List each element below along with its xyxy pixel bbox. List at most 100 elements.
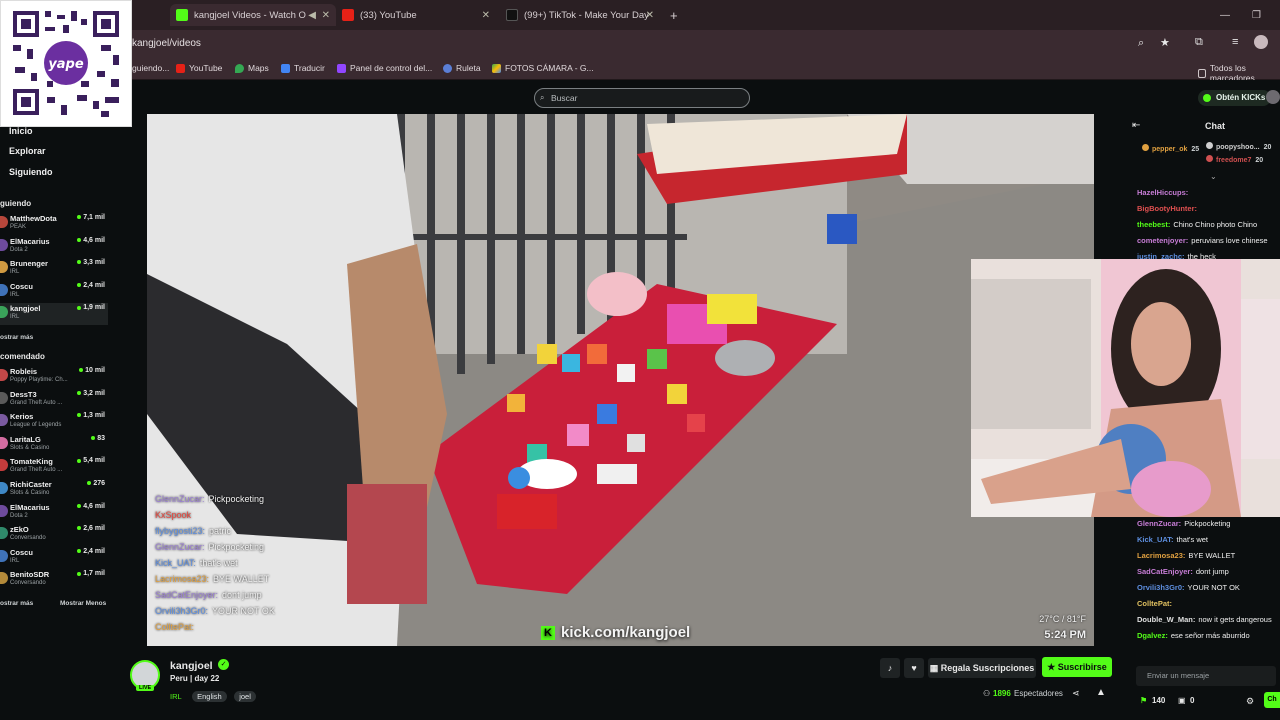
chat-username[interactable]: Double_W_Man:: [1137, 615, 1195, 624]
collapse-chat-icon[interactable]: ⇤: [1132, 120, 1140, 131]
address-bar: kangjoel/videos ⌕ ★ ⧉ ≡: [0, 30, 1280, 58]
new-tab-button[interactable]: +: [664, 4, 684, 26]
sidebar-channel[interactable]: Kerios League of Legends 1,3 mil: [0, 411, 108, 433]
minimize-icon[interactable]: —: [1214, 4, 1236, 26]
channel-viewers: 2,4 mil: [77, 548, 105, 555]
nav-explorar[interactable]: Explorar: [9, 146, 46, 156]
chat-username[interactable]: Lacrimosa23:: [1137, 551, 1185, 560]
sidebar-channel[interactable]: ElMacarius Dota 2 4,6 mil: [0, 502, 108, 524]
report-warning-icon[interactable]: ▲: [1096, 687, 1106, 698]
gifter-badge-icon: [1206, 155, 1213, 162]
show-less-button[interactable]: Mostrar Menos: [60, 600, 106, 607]
sidebar-channel[interactable]: Coscu IRL 2,4 mil: [0, 281, 108, 303]
overlay-chat-message: Orvili3h3Gr0: YOUR NOT OK: [155, 606, 355, 622]
channel-name: ElMacarius: [10, 502, 50, 512]
sidebar-channel[interactable]: TomateKing Grand Theft Auto ... 5,4 mil: [0, 456, 108, 478]
bookmark-star-icon[interactable]: ★: [1160, 36, 1170, 49]
sidebar-channel[interactable]: Robleis Poppy Playtime: Ch... 10 mil: [0, 366, 108, 388]
overlay-chat-text: BYE WALLET: [213, 574, 270, 584]
chat-username[interactable]: SadCatEnjoyer:: [1137, 567, 1193, 576]
gifter-badge-icon: [1206, 142, 1213, 149]
extensions-icon[interactable]: ⧉: [1195, 36, 1203, 49]
sidebar-channel[interactable]: LaritaLG Slots & Casino 83: [0, 434, 108, 456]
sidebar-channel[interactable]: ElMacarius Dota 2 4,6 mil: [0, 236, 108, 258]
chat-username[interactable]: ColltePat:: [1137, 599, 1172, 608]
overlay-chat-user: KxSpook: [155, 510, 192, 520]
menu-list-icon[interactable]: ≡: [1232, 36, 1238, 48]
close-tab-icon[interactable]: ✕: [482, 10, 490, 21]
chat-username[interactable]: cometenjoyer:: [1137, 236, 1188, 245]
tab-youtube[interactable]: (33) YouTube ✕: [336, 4, 496, 26]
chat-message: Double_W_Man: now it gets dangerous: [1137, 615, 1272, 624]
tab-kangjoel[interactable]: kangjoel Videos - Watch O ◀ ✕: [170, 4, 336, 26]
sidebar-channel[interactable]: Coscu IRL 2,4 mil: [0, 547, 108, 569]
streamer-name[interactable]: kangjoel: [170, 660, 213, 672]
chat-input[interactable]: Enviar un mensaje: [1136, 666, 1276, 686]
sidebar-channel[interactable]: BenitoSDR Conversando 1,7 mil: [0, 569, 108, 591]
chat-settings-icon[interactable]: ⚙: [1246, 696, 1254, 707]
chat-username[interactable]: BigBootyHunter:: [1137, 204, 1197, 213]
notifications-bell-icon[interactable]: ♪: [880, 658, 900, 678]
close-tab-icon[interactable]: ✕: [646, 10, 654, 21]
search-input[interactable]: ⌕ Buscar: [534, 88, 750, 108]
close-tab-icon[interactable]: ✕: [322, 10, 330, 21]
chat-username[interactable]: GlennZucar:: [1137, 519, 1181, 528]
pinned-gifter[interactable]: pepper_ok 25: [1142, 144, 1199, 153]
bookmark-ruleta[interactable]: Ruleta: [443, 63, 481, 73]
tab-title: (33) YouTube: [360, 9, 417, 21]
chat-username[interactable]: HazelHiccups:: [1137, 188, 1188, 197]
bookmark-youtube[interactable]: YouTube: [176, 63, 222, 73]
overlay-chat-message: KxSpook: [155, 510, 355, 526]
sidebar-channel[interactable]: MatthewDota PEAK 7,1 mil: [0, 213, 108, 235]
bookmark-fotos[interactable]: FOTOS CÁMARA - G...: [492, 63, 594, 73]
sidebar-channel[interactable]: kangjoel IRL 1,9 mil: [0, 303, 108, 326]
tab-title: kangjoel Videos - Watch O: [194, 9, 306, 21]
channel-avatar: [0, 482, 8, 494]
pinned-gifter[interactable]: freedome7 20: [1206, 155, 1263, 164]
speaker-icon[interactable]: ◀: [308, 10, 316, 21]
tag-english[interactable]: English: [192, 691, 227, 702]
subscribe-button[interactable]: ★ Suscribirse: [1042, 657, 1112, 677]
overlay-chat-user: ColltePat:: [155, 622, 195, 632]
share-icon[interactable]: ⋖: [1072, 688, 1080, 699]
bookmark-item[interactable]: guiendo...: [132, 63, 169, 73]
sidebar-channel[interactable]: DessT3 Grand Theft Auto ... 3,2 mil: [0, 389, 108, 411]
video-player[interactable]: GlennZucar: Pickpocketing KxSpook flybygost…: [147, 114, 1094, 646]
chat-username[interactable]: theebest:: [1137, 220, 1170, 229]
pinned-gifter[interactable]: poopyshoo... 20: [1206, 142, 1271, 151]
user-avatar-icon[interactable]: [1266, 90, 1280, 104]
show-more-recommended[interactable]: ostrar más: [0, 600, 33, 607]
channel-name: MatthewDota: [10, 214, 57, 223]
channel-category: IRL: [10, 269, 20, 276]
kicks-balance-icon[interactable]: ⚑: [1140, 696, 1147, 705]
chevron-down-icon[interactable]: ⌄: [1210, 172, 1217, 181]
chat-username[interactable]: Kick_UAT:: [1137, 535, 1174, 544]
follow-heart-icon[interactable]: ♥: [904, 658, 924, 678]
category-tag[interactable]: IRL: [170, 692, 182, 701]
tab-tiktok[interactable]: (99+) TikTok - Make Your Day ✕: [500, 4, 660, 26]
bookmark-translate[interactable]: Traducir: [281, 63, 325, 73]
overlay-chat-user: flybygosti23:: [155, 526, 206, 536]
zoom-icon[interactable]: ⌕: [1138, 37, 1144, 50]
show-more-following[interactable]: ostrar más: [0, 334, 33, 341]
chat-message: cometenjoyer: peruvians love chinese: [1137, 236, 1268, 245]
bookmark-maps[interactable]: Maps: [235, 63, 269, 73]
sidebar-channel[interactable]: zEkO Conversando 2,6 mil: [0, 524, 108, 546]
sidebar-channel[interactable]: Brunenger IRL 3,3 mil: [0, 258, 108, 280]
bookmark-panel[interactable]: Panel de control del...: [337, 63, 432, 73]
tag-joel[interactable]: joel: [234, 691, 256, 702]
profile-avatar-icon[interactable]: [1254, 35, 1268, 49]
sidebar-channel[interactable]: RichiCaster Slots & Casino 276: [0, 479, 108, 501]
url-field[interactable]: kangjoel/videos: [132, 38, 201, 49]
send-chat-button[interactable]: Ch: [1264, 692, 1280, 708]
get-kicks-button[interactable]: Obtén KICKs: [1198, 90, 1272, 106]
chat-username[interactable]: Dgalvez:: [1137, 631, 1168, 640]
maximize-icon[interactable]: ❐: [1246, 4, 1267, 26]
channel-category: IRL: [10, 291, 20, 298]
nav-siguiendo[interactable]: Siguiendo: [9, 167, 53, 177]
gift-icon: ▦: [929, 663, 941, 673]
channel-avatar: [0, 283, 8, 296]
gift-subs-button[interactable]: ▦ Regala Suscripciones: [928, 658, 1036, 678]
chat-username[interactable]: Orvili3h3Gr0:: [1137, 583, 1185, 592]
overlay-chat-text: YOUR NOT OK: [212, 606, 275, 616]
